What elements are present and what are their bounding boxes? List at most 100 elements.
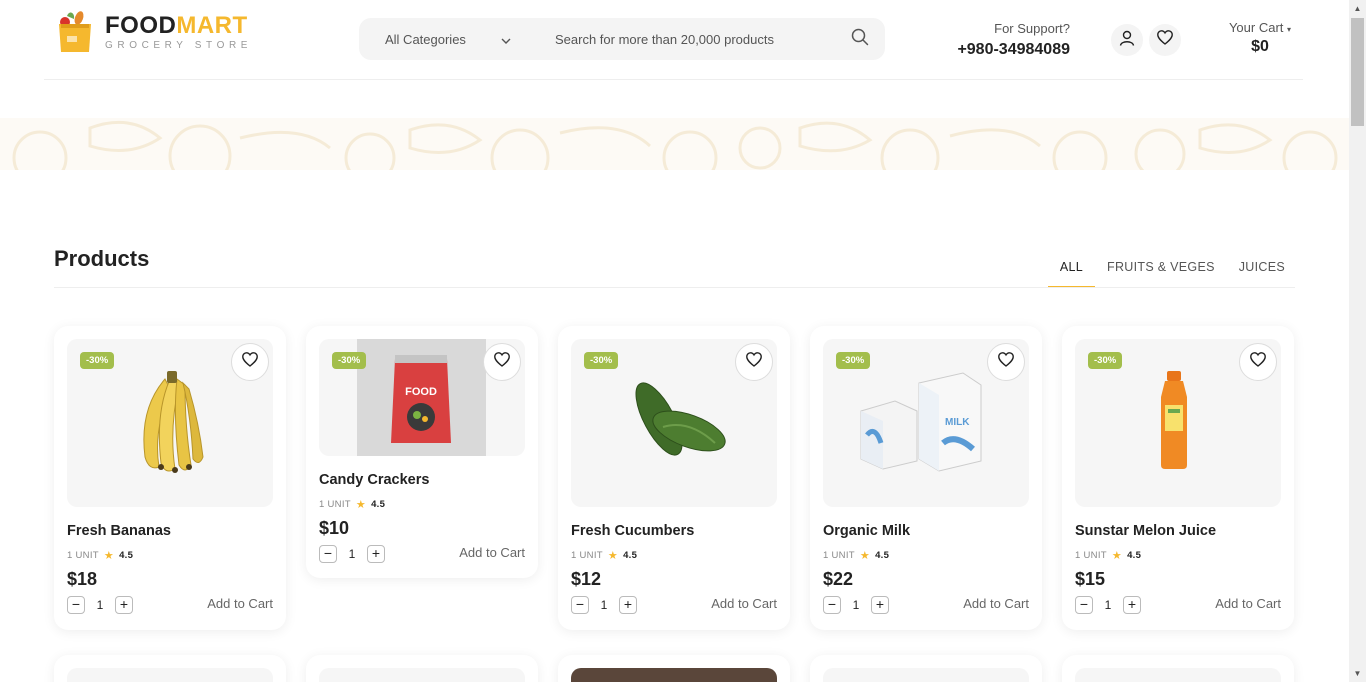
product-image[interactable]: -30% — [571, 339, 777, 507]
svg-text:MILK: MILK — [945, 417, 970, 428]
increase-quantity-button[interactable]: + — [619, 596, 637, 614]
header: FOODMART GROCERY STORE All Categories Fo… — [0, 0, 1349, 80]
header-divider — [44, 79, 1303, 80]
increase-quantity-button[interactable]: + — [115, 596, 133, 614]
discount-badge: -30% — [584, 352, 619, 369]
quantity-value[interactable]: 1 — [841, 598, 871, 612]
search-bar: All Categories — [359, 18, 885, 60]
product-image[interactable]: -30% — [1075, 339, 1281, 507]
product-name[interactable]: Sunstar Melon Juice — [1075, 523, 1216, 539]
logo[interactable]: FOODMART GROCERY STORE — [57, 10, 252, 54]
tab-all[interactable]: ALL — [1047, 250, 1096, 288]
page: FOODMART GROCERY STORE All Categories Fo… — [0, 0, 1366, 682]
heart-icon — [494, 352, 510, 372]
grocery-bag-icon — [57, 10, 93, 54]
product-image[interactable] — [319, 668, 525, 682]
scroll-up-arrow-icon[interactable]: ▲ — [1349, 0, 1366, 17]
add-to-cart-button[interactable]: Add to Cart — [963, 596, 1029, 611]
product-card[interactable]: -30% Fresh Cucumbers 1 UNIT ★ 4.5 $12 − 1 … — [558, 326, 790, 630]
account-button[interactable] — [1111, 24, 1143, 56]
decrease-quantity-button[interactable]: − — [823, 596, 841, 614]
product-image[interactable]: -30% — [67, 339, 273, 507]
decorative-pattern-banner — [0, 118, 1349, 170]
decrease-quantity-button[interactable]: − — [319, 545, 337, 563]
search-icon — [851, 28, 869, 51]
heart-icon — [1157, 30, 1173, 50]
product-card[interactable] — [306, 655, 538, 682]
tab-fruits-veges[interactable]: FRUITS & VEGES — [1095, 250, 1227, 288]
product-meta: 1 UNIT ★ 4.5 — [67, 550, 134, 562]
product-card[interactable] — [810, 655, 1042, 682]
add-to-cart-button[interactable]: Add to Cart — [711, 596, 777, 611]
quantity-stepper: − 1 + — [67, 596, 133, 614]
decrease-quantity-button[interactable]: − — [1075, 596, 1093, 614]
category-select-label: All Categories — [385, 31, 466, 47]
product-image[interactable] — [1075, 668, 1281, 682]
product-card[interactable] — [558, 655, 790, 682]
product-price: $18 — [67, 569, 98, 589]
quantity-stepper: − 1 + — [1075, 596, 1141, 614]
product-meta: 1 UNIT ★ 4.5 — [319, 499, 386, 511]
cart-button[interactable]: Your Cart ▾ $0 — [1220, 20, 1300, 56]
discount-badge: -30% — [80, 352, 115, 369]
scrollbar-thumb[interactable] — [1351, 18, 1364, 126]
chevron-down-icon — [501, 32, 511, 47]
star-icon: ★ — [859, 550, 871, 562]
increase-quantity-button[interactable]: + — [367, 545, 385, 563]
add-to-wishlist-button[interactable] — [735, 343, 773, 381]
search-button[interactable] — [835, 28, 885, 51]
product-card[interactable] — [1062, 655, 1294, 682]
page-scrollbar[interactable]: ▲ ▼ — [1349, 0, 1366, 682]
quantity-stepper: − 1 + — [823, 596, 889, 614]
tab-juices[interactable]: JUICES — [1227, 250, 1297, 288]
product-image[interactable] — [823, 668, 1029, 682]
cart-total: $0 — [1251, 38, 1269, 55]
product-image[interactable]: FOOD -30% — [319, 339, 525, 456]
product-name[interactable]: Fresh Cucumbers — [571, 523, 694, 539]
heart-icon — [1250, 352, 1266, 372]
quantity-value[interactable]: 1 — [1093, 598, 1123, 612]
product-name[interactable]: Organic Milk — [823, 523, 910, 539]
add-to-wishlist-button[interactable] — [231, 343, 269, 381]
add-to-wishlist-button[interactable] — [1239, 343, 1277, 381]
product-card[interactable]: -30% Sunstar Melon Juice 1 UNIT ★ 4.5 $15 … — [1062, 326, 1294, 630]
product-card[interactable]: FOOD -30% Candy Crackers 1 UNIT ★ 4.5 $10 … — [306, 326, 538, 578]
add-to-wishlist-button[interactable] — [483, 343, 521, 381]
search-input[interactable] — [529, 18, 835, 60]
scroll-down-arrow-icon[interactable]: ▼ — [1349, 665, 1366, 682]
product-image[interactable]: MILK -30% — [823, 339, 1029, 507]
support-phone[interactable]: +980-34984089 — [930, 41, 1070, 59]
product-image[interactable] — [571, 668, 777, 682]
add-to-cart-button[interactable]: Add to Cart — [1215, 596, 1281, 611]
decrease-quantity-button[interactable]: − — [571, 596, 589, 614]
product-card[interactable]: -30% Fresh Bananas 1 UNIT ★ 4.5 $18 − 1 + … — [54, 326, 286, 630]
quantity-value[interactable]: 1 — [337, 547, 367, 561]
product-name[interactable]: Fresh Bananas — [67, 523, 171, 539]
product-meta: 1 UNIT ★ 4.5 — [1075, 550, 1142, 562]
product-card[interactable] — [54, 655, 286, 682]
increase-quantity-button[interactable]: + — [871, 596, 889, 614]
increase-quantity-button[interactable]: + — [1123, 596, 1141, 614]
add-to-cart-button[interactable]: Add to Cart — [207, 596, 273, 611]
quantity-value[interactable]: 1 — [85, 598, 115, 612]
caret-down-icon: ▾ — [1287, 25, 1292, 34]
category-select[interactable]: All Categories — [359, 32, 529, 47]
product-meta: 1 UNIT ★ 4.5 — [823, 550, 890, 562]
logo-wordmark: FOODMART — [105, 12, 248, 39]
heart-icon — [242, 352, 258, 372]
product-card[interactable]: MILK -30% Organic Milk 1 UNIT ★ 4.5 $22 − … — [810, 326, 1042, 630]
product-filter-tabs: ALL FRUITS & VEGES JUICES — [1047, 250, 1297, 288]
quantity-value[interactable]: 1 — [589, 598, 619, 612]
wishlist-button[interactable] — [1149, 24, 1181, 56]
decrease-quantity-button[interactable]: − — [67, 596, 85, 614]
discount-badge: -30% — [332, 352, 367, 369]
svg-text:FOOD: FOOD — [405, 386, 437, 398]
product-name[interactable]: Candy Crackers — [319, 472, 429, 488]
add-to-wishlist-button[interactable] — [987, 343, 1025, 381]
heart-icon — [746, 352, 762, 372]
quantity-stepper: − 1 + — [571, 596, 637, 614]
add-to-cart-button[interactable]: Add to Cart — [459, 545, 525, 560]
product-price: $22 — [823, 569, 854, 589]
product-image[interactable] — [67, 668, 273, 682]
star-icon: ★ — [1111, 550, 1123, 562]
